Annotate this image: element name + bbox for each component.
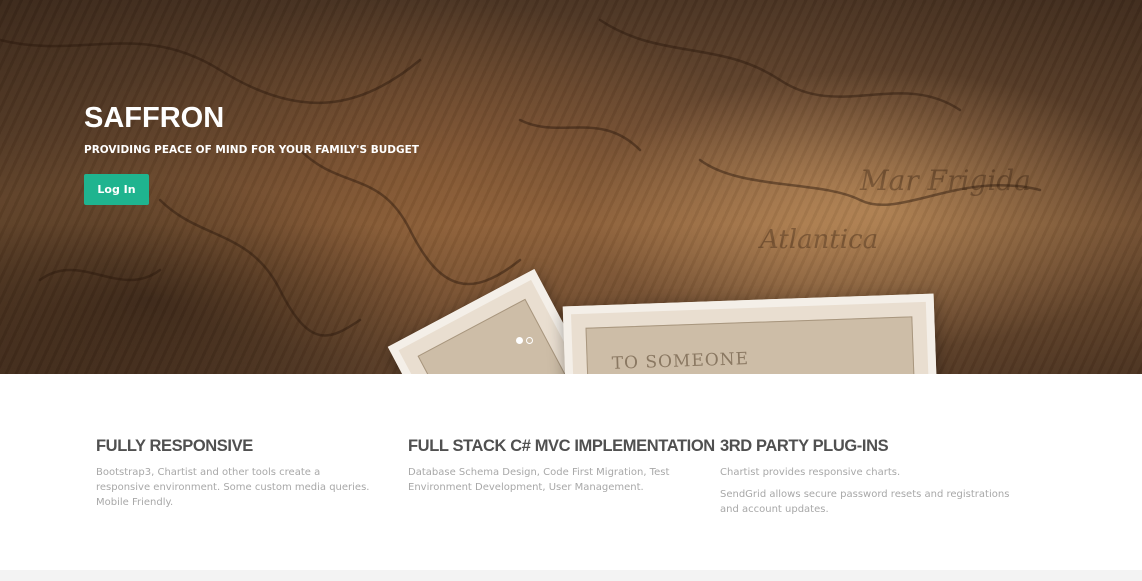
carousel-indicators [516,337,533,344]
feature-title: FULLY RESPONSIVE [96,437,253,455]
login-button[interactable]: Log In [84,174,149,205]
hero-caption: SAFFRON PROVIDING PEACE OF MIND FOR YOUR… [84,100,419,156]
feature-description: Bootstrap3, Chartist and other tools cre… [96,467,370,508]
footer-strip [0,570,1142,581]
hero-subtitle: PROVIDING PEACE OF MIND FOR YOUR FAMILY'… [84,144,419,156]
svg-text:Atlantica: Atlantica [758,225,878,255]
feature-description: Database Schema Design, Code First Migra… [408,467,670,493]
hero-carousel: Atlantica Mar Frigida TO SOMEONE SAFFRON… [0,0,1142,374]
postcard-right-image: TO SOMEONE [562,293,939,374]
carousel-indicator-1[interactable] [516,337,523,344]
feature-description: Chartist provides responsive charts. [720,467,901,478]
hero-title: SAFFRON [84,102,225,134]
feature-fully-responsive: FULLY RESPONSIVE Bootstrap3, Chartist an… [96,437,376,517]
features-section: FULLY RESPONSIVE Bootstrap3, Chartist an… [0,374,1142,570]
feature-full-stack: FULL STACK C# MVC IMPLEMENTATION Databas… [408,437,715,502]
feature-description: SendGrid allows secure password resets a… [720,489,1010,515]
carousel-indicator-2[interactable] [526,337,533,344]
postcard-text: TO SOMEONE [611,349,750,374]
feature-plugins: 3RD PARTY PLUG-INS Chartist provides res… [720,437,1010,524]
svg-text:Mar Frigida: Mar Frigida [859,164,1031,197]
feature-title: 3RD PARTY PLUG-INS [720,437,889,455]
feature-title: FULL STACK C# MVC IMPLEMENTATION [408,437,715,455]
